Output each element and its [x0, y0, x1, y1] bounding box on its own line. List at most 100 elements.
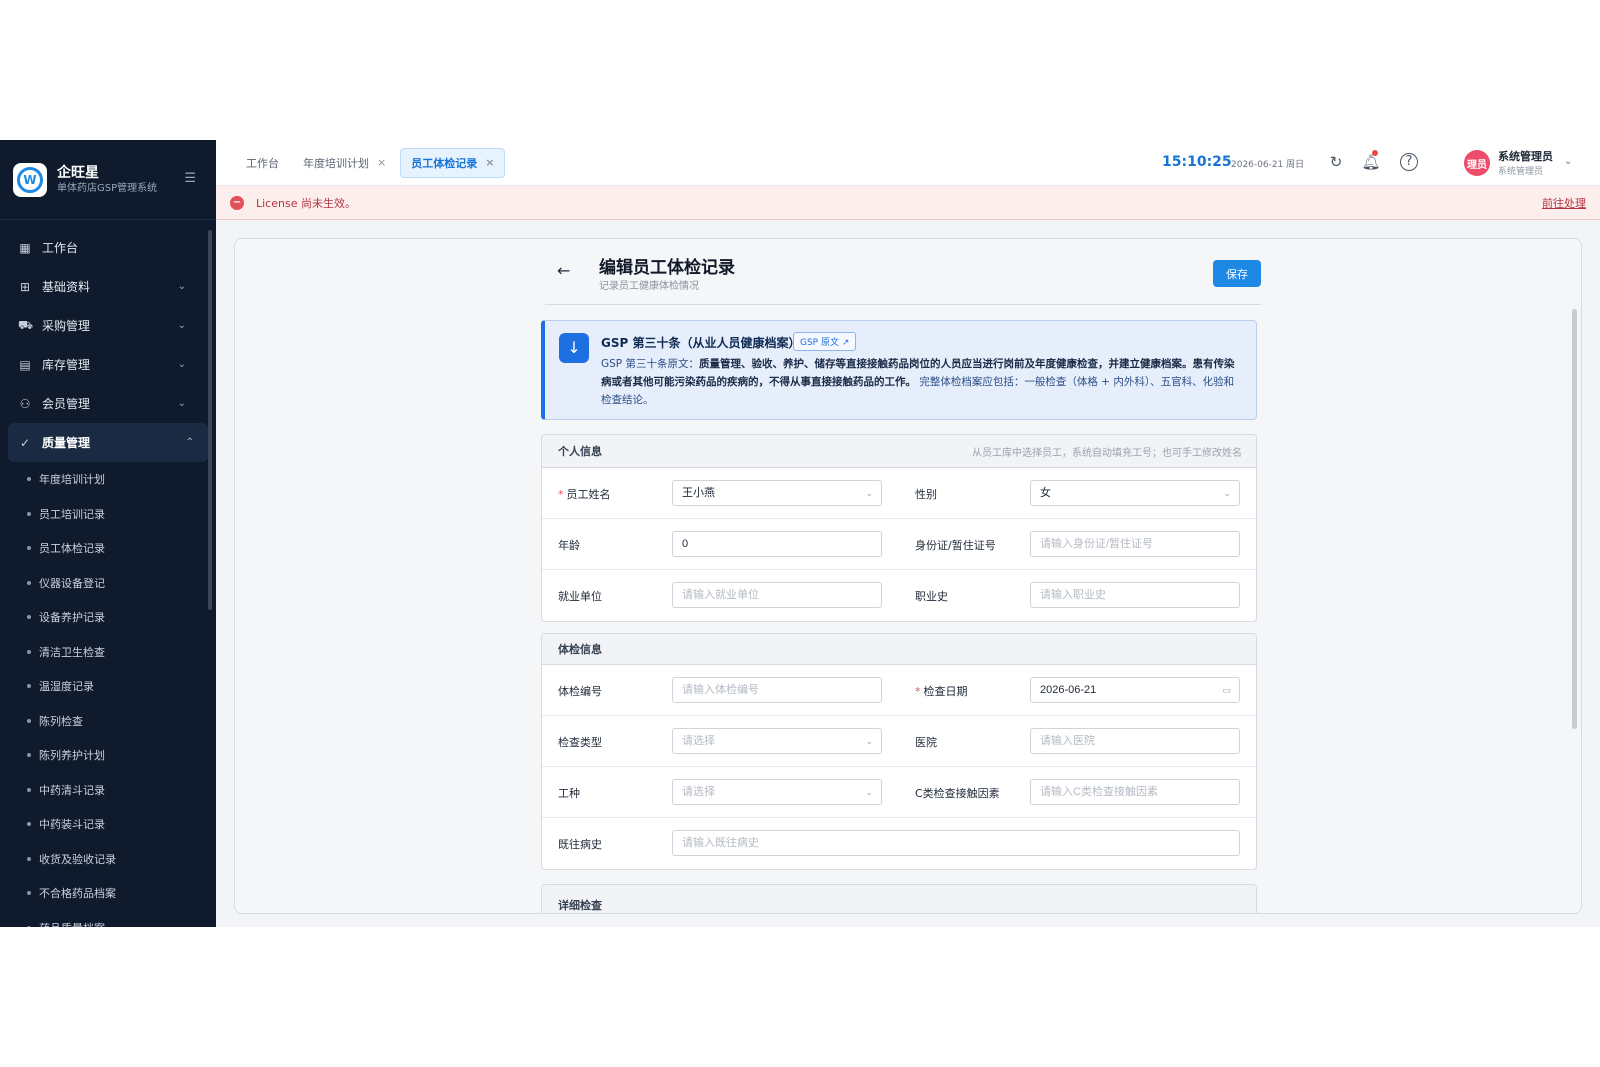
page-title: 编辑员工体检记录 [599, 258, 735, 278]
form-row: 工种 请选择 ⌄ C类检查接触因素 [542, 767, 1256, 818]
arrow-down-icon: ↓ [559, 333, 589, 363]
back-arrow-icon[interactable]: ← [557, 261, 570, 280]
sidebar-subitem[interactable]: 陈列检查 [0, 704, 216, 739]
panel-scrollbar[interactable] [1572, 309, 1577, 729]
card-hint: 从员工库中选择员工，系统自动填充工号；也可手工修改姓名 [972, 447, 1242, 459]
topbar: 工作台 年度培训计划 × 员工体检记录 × 15:10:25 2026-06-21 周日… [216, 140, 1600, 186]
personal-info-card: 个人信息 从员工库中选择员工，系统自动填充工号；也可手工修改姓名 * 员工姓名 王… [541, 434, 1257, 622]
sidebar-subitem[interactable]: 仪器设备登记 [0, 566, 216, 601]
license-banner: − License 尚未生效。 前往处理 [216, 186, 1600, 220]
gender-select[interactable]: 女 ⌄ [1030, 480, 1240, 506]
chevron-down-icon: ⌄ [1223, 488, 1231, 498]
exam-date-picker[interactable]: 2026-06-21 ▭ [1030, 677, 1240, 703]
brand: W 企旺星 单体药店GSP管理系统 ☰ [0, 140, 216, 220]
sidebar-subitem-label: 药品质量档案 [39, 920, 105, 927]
sidebar-subitem-label: 不合格药品档案 [39, 887, 116, 901]
sidebar-subitem[interactable]: 员工体检记录 [0, 531, 216, 566]
job-type-placeholder: 请选择 [682, 786, 715, 798]
sidebar-scrollbar[interactable] [208, 230, 212, 610]
sidebar-subitem[interactable]: 员工培训记录 [0, 497, 216, 532]
sidebar-item[interactable]: ▤ 库存管理 ⌄ [0, 345, 216, 384]
sidebar-subitem[interactable]: 药品质量档案 [0, 911, 216, 927]
id-number-input[interactable] [1030, 531, 1240, 557]
sidebar: W 企旺星 单体药店GSP管理系统 ☰ ▦ 工作台 ⊞ 基础资料 ⌄ ⛟ 采购管理 ⌄ ▤ 库存管… [0, 140, 216, 927]
close-icon[interactable]: × [377, 156, 386, 169]
form-row: 检查类型 请选择 ⌄ 医院 [542, 716, 1256, 767]
medical-history-input[interactable] [672, 830, 1240, 856]
avatar[interactable]: 理员 [1464, 150, 1490, 176]
bell-icon[interactable]: 🔔︎ [1361, 152, 1381, 172]
exam-type-select[interactable]: 请选择 ⌄ [672, 728, 882, 754]
exam-number-input[interactable] [672, 677, 882, 703]
chevron-down-icon: ⌄ [865, 787, 873, 797]
sidebar-subitem[interactable]: 清洁卫生检查 [0, 635, 216, 670]
card-header: 体检信息 [542, 634, 1256, 665]
exposure-factor-input[interactable] [1030, 779, 1240, 805]
tab[interactable]: 员工体检记录 × [400, 147, 506, 178]
exposure-factor-label: C类检查接触因素 [915, 787, 1000, 800]
sidebar-item[interactable]: ⊞ 基础资料 ⌄ [0, 267, 216, 306]
employer-input[interactable] [672, 582, 882, 608]
sidebar-subitem-label: 中药装斗记录 [39, 818, 105, 832]
clock-time: 15:10:25 [1162, 154, 1232, 170]
required-marker: * [558, 488, 564, 501]
logo-mark: W [17, 166, 43, 193]
sidebar-subitem[interactable]: 收货及验收记录 [0, 842, 216, 877]
license-action-link[interactable]: 前往处理 [1542, 195, 1586, 211]
bullet-dot [27, 580, 31, 585]
close-icon[interactable]: × [485, 156, 494, 169]
bullet-dot [27, 546, 31, 551]
job-type-select[interactable]: 请选择 ⌄ [672, 779, 882, 805]
sidebar-item[interactable]: ⛟ 采购管理 ⌄ [0, 306, 216, 345]
sidebar-subitem[interactable]: 中药装斗记录 [0, 807, 216, 842]
gsp-source-link[interactable]: GSP 原文 ↗ [793, 332, 857, 351]
sidebar-subitem[interactable]: 温湿度记录 [0, 669, 216, 704]
user-name[interactable]: 系统管理员 [1498, 148, 1553, 164]
refresh-icon[interactable]: ↻ [1326, 152, 1346, 172]
exam-type-placeholder: 请选择 [682, 735, 715, 747]
sidebar-subitem-label: 收货及验收记录 [39, 852, 116, 866]
sidebar-subitem[interactable]: 不合格药品档案 [0, 876, 216, 911]
gender-label: 性别 [915, 488, 937, 501]
sidebar-subitem[interactable]: 设备养护记录 [0, 600, 216, 635]
sidebar-subitem[interactable]: 年度培训计划 [0, 462, 216, 497]
sidebar-subitem[interactable]: 陈列养护计划 [0, 738, 216, 773]
tab[interactable]: 工作台 [236, 149, 289, 177]
save-button[interactable]: 保存 [1213, 260, 1261, 287]
sidebar-item[interactable]: ▦ 工作台 [0, 228, 216, 267]
help-icon[interactable]: ? [1400, 153, 1418, 171]
bullet-dot [27, 891, 31, 896]
age-label: 年龄 [558, 539, 580, 552]
user-role: 系统管理员 [1498, 167, 1544, 177]
age-input[interactable] [672, 531, 882, 557]
sidebar-item[interactable]: ✓ 质量管理 ⌃ [8, 423, 208, 462]
gsp-notice: ↓ GSP 第三十条（从业人员健康档案） GSP 原文 ↗ GSP 第三十条原文… [541, 320, 1257, 420]
sidebar-subitem-label: 中药清斗记录 [39, 783, 105, 797]
tab-label: 工作台 [246, 156, 279, 170]
sidebar-subitem-label: 员工培训记录 [39, 507, 105, 521]
job-history-input[interactable] [1030, 582, 1240, 608]
sidebar-item-label: 会员管理 [42, 397, 91, 411]
hospital-input[interactable] [1030, 728, 1240, 754]
users-icon: ⚇ [19, 396, 31, 411]
calendar-icon: ▭ [1222, 685, 1231, 695]
sidebar-subitem-label: 陈列检查 [39, 714, 83, 728]
collapse-sidebar-icon[interactable]: ☰ [184, 171, 196, 186]
sidebar-item[interactable]: ⚇ 会员管理 ⌄ [0, 384, 216, 423]
exam-date-label: * 检查日期 [915, 683, 968, 699]
clock-date: 2026-06-21 周日 [1231, 160, 1305, 170]
chevron-down-icon: ⌄ [177, 398, 186, 409]
sidebar-item-label: 库存管理 [42, 358, 91, 372]
tab[interactable]: 年度培训计划 × [293, 149, 396, 177]
notice-title: GSP 第三十条（从业人员健康档案） [601, 336, 801, 350]
bullet-dot [27, 615, 31, 620]
sidebar-nav: ▦ 工作台 ⊞ 基础资料 ⌄ ⛟ 采购管理 ⌄ ▤ 库存管理 ⌄ ⚇ 会员管理 ⌄ ✓ 质量管理 ⌃ 年度培训计划… [0, 220, 216, 927]
employee-name-select[interactable]: 王小燕 ⌄ [672, 480, 882, 506]
form-row: 既往病史 [542, 818, 1256, 869]
form-row: 年龄 身份证/暂住证号 [542, 519, 1256, 570]
sidebar-subitem-label: 年度培训计划 [39, 473, 105, 487]
chevron-down-icon[interactable]: ⌄ [1564, 156, 1572, 167]
bullet-dot [27, 856, 31, 861]
sidebar-subitem[interactable]: 中药清斗记录 [0, 773, 216, 808]
bullet-dot [27, 822, 31, 827]
